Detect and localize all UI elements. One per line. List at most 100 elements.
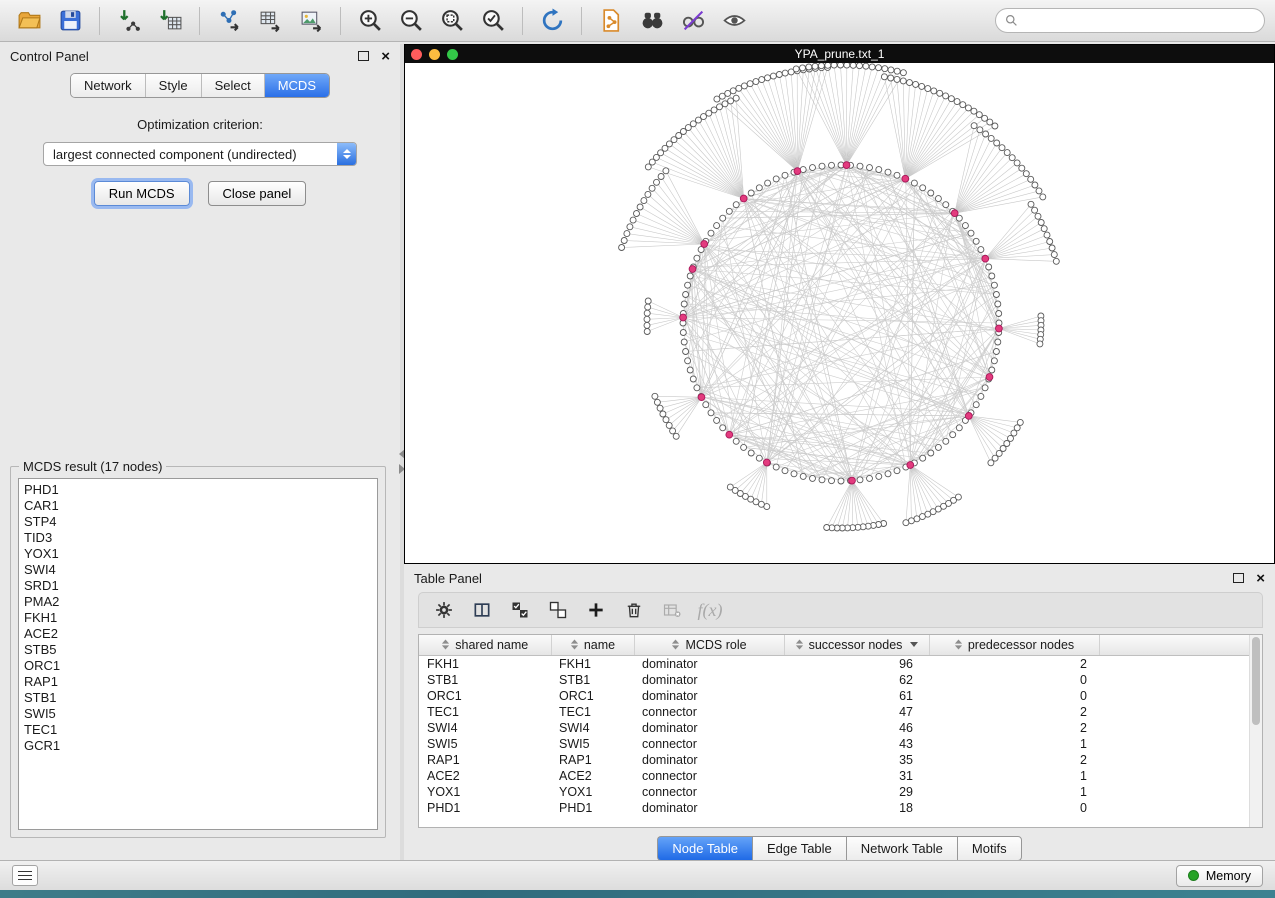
- mcds-result-item[interactable]: GCR1: [24, 738, 372, 754]
- tab-style[interactable]: Style: [146, 74, 202, 97]
- table-cell-shared-name: YOX1: [419, 784, 551, 800]
- mcds-result-item[interactable]: TEC1: [24, 722, 372, 738]
- mcds-result-item[interactable]: ORC1: [24, 658, 372, 674]
- memory-button[interactable]: Memory: [1176, 865, 1263, 887]
- mcds-result-item[interactable]: TID3: [24, 530, 372, 546]
- table-scrollbar[interactable]: [1249, 635, 1262, 827]
- zoom-selected-button[interactable]: [474, 4, 512, 38]
- mcds-result-item[interactable]: SRD1: [24, 578, 372, 594]
- table-cell-predecessor-nodes: 0: [929, 800, 1099, 816]
- table-row[interactable]: YOX1YOX1connector291: [419, 784, 1262, 800]
- node-table: shared name name MCDS role successor nod…: [419, 635, 1262, 816]
- search-box[interactable]: [995, 8, 1265, 33]
- float-panel-button[interactable]: [358, 51, 369, 61]
- clone-network-button[interactable]: [592, 4, 630, 38]
- save-session-button[interactable]: [51, 4, 89, 38]
- table-row[interactable]: TEC1TEC1connector472: [419, 704, 1262, 720]
- close-panel-button[interactable]: Close panel: [208, 181, 307, 206]
- table-row[interactable]: SWI5SWI5connector431: [419, 736, 1262, 752]
- dropdown-stepper-icon: [337, 143, 356, 165]
- split-panel-button[interactable]: [467, 595, 497, 625]
- tab-node-table[interactable]: Node Table: [657, 836, 752, 861]
- tab-motifs[interactable]: Motifs: [957, 836, 1022, 861]
- zoom-window-button[interactable]: [447, 49, 458, 60]
- toggle-graphics-details-button[interactable]: [674, 4, 712, 38]
- table-row[interactable]: ACE2ACE2connector311: [419, 768, 1262, 784]
- mcds-result-item[interactable]: RAP1: [24, 674, 372, 690]
- table-toolbar: f(x): [418, 592, 1263, 628]
- graphics-details-icon: [681, 8, 706, 33]
- first-neighbors-button[interactable]: [633, 4, 671, 38]
- table-row[interactable]: FKH1FKH1dominator962: [419, 655, 1262, 672]
- table-row[interactable]: STB1STB1dominator620: [419, 672, 1262, 688]
- table-scrollbar-thumb[interactable]: [1252, 637, 1260, 725]
- mcds-result-item[interactable]: CAR1: [24, 498, 372, 514]
- export-network-button[interactable]: [210, 4, 248, 38]
- mcds-result-item[interactable]: PHD1: [24, 482, 372, 498]
- deselect-all-button[interactable]: [543, 595, 573, 625]
- mcds-result-item[interactable]: SWI5: [24, 706, 372, 722]
- mcds-result-item[interactable]: STP4: [24, 514, 372, 530]
- mcds-result-item[interactable]: FKH1: [24, 610, 372, 626]
- mcds-result-list[interactable]: PHD1CAR1STP4TID3YOX1SWI4SRD1PMA2FKH1ACE2…: [18, 478, 378, 830]
- run-mcds-button[interactable]: Run MCDS: [94, 181, 190, 206]
- select-all-button[interactable]: [505, 595, 535, 625]
- table-row[interactable]: RAP1RAP1dominator352: [419, 752, 1262, 768]
- delete-column-button[interactable]: [619, 595, 649, 625]
- mcds-result-item[interactable]: STB5: [24, 642, 372, 658]
- mcds-result-item[interactable]: ACE2: [24, 626, 372, 642]
- tab-edge-table[interactable]: Edge Table: [752, 836, 846, 861]
- column-header-predecessor-nodes[interactable]: predecessor nodes: [929, 635, 1099, 655]
- network-canvas[interactable]: [405, 63, 1274, 563]
- mcds-result-item[interactable]: STB1: [24, 690, 372, 706]
- tab-network-table[interactable]: Network Table: [846, 836, 957, 861]
- rename-column-icon: [662, 600, 682, 620]
- zoom-out-button[interactable]: [392, 4, 430, 38]
- rename-column-button[interactable]: [657, 595, 687, 625]
- column-header-name[interactable]: name: [551, 635, 634, 655]
- mcds-result-item[interactable]: SWI4: [24, 562, 372, 578]
- table-cell-filler: [1099, 720, 1262, 736]
- column-header-shared-name[interactable]: shared name: [419, 635, 551, 655]
- float-table-panel-button[interactable]: [1233, 573, 1244, 583]
- minimize-window-button[interactable]: [429, 49, 440, 60]
- table-row[interactable]: SWI4SWI4dominator462: [419, 720, 1262, 736]
- add-column-button[interactable]: [581, 595, 611, 625]
- zoom-fit-button[interactable]: [433, 4, 471, 38]
- function-builder-button[interactable]: f(x): [695, 595, 725, 625]
- table-cell-filler: [1099, 800, 1262, 816]
- search-input[interactable]: [1023, 14, 1255, 28]
- import-network-button[interactable]: [110, 4, 148, 38]
- import-table-icon: [158, 8, 183, 33]
- toolbar-separator: [199, 7, 200, 35]
- table-settings-button[interactable]: [429, 595, 459, 625]
- table-cell-mcds-role: connector: [634, 784, 784, 800]
- zoom-in-button[interactable]: [351, 4, 389, 38]
- tab-mcds[interactable]: MCDS: [265, 74, 329, 97]
- export-table-button[interactable]: [251, 4, 289, 38]
- close-panel-icon-button[interactable]: ×: [381, 49, 390, 64]
- table-row[interactable]: PHD1PHD1dominator180: [419, 800, 1262, 816]
- column-header-mcds-role[interactable]: MCDS role: [634, 635, 784, 655]
- close-window-button[interactable]: [411, 49, 422, 60]
- table-cell-filler: [1099, 704, 1262, 720]
- open-session-button[interactable]: [10, 4, 48, 38]
- tab-network[interactable]: Network: [71, 74, 146, 97]
- network-graph[interactable]: [405, 63, 1274, 563]
- show-hide-graphics-button[interactable]: [715, 4, 753, 38]
- refresh-layout-button[interactable]: [533, 4, 571, 38]
- table-row[interactable]: ORC1ORC1dominator610: [419, 688, 1262, 704]
- close-table-panel-button[interactable]: ×: [1256, 571, 1265, 586]
- control-panel-header: Control Panel ×: [0, 44, 400, 68]
- mcds-buttons-row: Run MCDS Close panel: [0, 181, 400, 206]
- clone-network-icon: [599, 8, 624, 33]
- plus-icon: [586, 600, 606, 620]
- mcds-result-item[interactable]: YOX1: [24, 546, 372, 562]
- column-header-successor-nodes[interactable]: successor nodes: [784, 635, 929, 655]
- mcds-result-item[interactable]: PMA2: [24, 594, 372, 610]
- import-table-button[interactable]: [151, 4, 189, 38]
- export-image-button[interactable]: [292, 4, 330, 38]
- tab-select[interactable]: Select: [202, 74, 265, 97]
- panels-menu-button[interactable]: [12, 865, 38, 886]
- criterion-dropdown[interactable]: largest connected component (undirected): [43, 142, 357, 166]
